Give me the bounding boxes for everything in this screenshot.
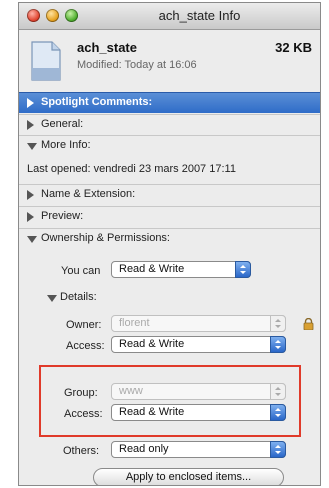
popup-value: florent bbox=[119, 317, 150, 329]
disclosure-right-icon bbox=[27, 120, 34, 130]
section-name-extension[interactable]: Name & Extension: bbox=[19, 184, 320, 205]
popup-arrows-icon bbox=[270, 336, 286, 353]
disclosure-down-icon bbox=[27, 236, 37, 243]
minimize-button[interactable] bbox=[46, 9, 59, 22]
section-label: Preview: bbox=[41, 210, 84, 222]
popup-value: Read & Write bbox=[119, 263, 185, 275]
section-ownership-permissions[interactable]: Ownership & Permissions: bbox=[19, 228, 320, 249]
file-size: 32 KB bbox=[275, 40, 312, 55]
disclosure-right-icon bbox=[27, 190, 34, 200]
section-label: More Info: bbox=[41, 139, 91, 151]
section-spotlight-comments[interactable]: Spotlight Comments: bbox=[19, 92, 320, 113]
document-icon bbox=[31, 41, 61, 81]
disclosure-right-icon bbox=[27, 98, 34, 108]
others-label: Others: bbox=[63, 445, 100, 457]
you-can-popup[interactable]: Read & Write bbox=[111, 261, 251, 278]
popup-value: Read only bbox=[119, 443, 169, 455]
highlight-box bbox=[39, 365, 301, 437]
section-preview[interactable]: Preview: bbox=[19, 206, 320, 227]
info-window: ach_state Info ach_state 32 KB Modified:… bbox=[18, 2, 321, 486]
popup-value: Read & Write bbox=[119, 338, 185, 350]
zoom-button[interactable] bbox=[65, 9, 78, 22]
owner-popup[interactable]: florent bbox=[111, 315, 286, 332]
owner-access-label: Access: bbox=[66, 340, 105, 352]
section-label: General: bbox=[41, 118, 84, 130]
title-bar[interactable]: ach_state Info bbox=[19, 3, 320, 30]
popup-arrows-icon bbox=[270, 441, 286, 458]
popup-arrows-icon bbox=[235, 261, 251, 278]
popup-arrows-icon bbox=[270, 315, 286, 332]
details-disclosure[interactable]: Details: bbox=[19, 288, 320, 306]
owner-label: Owner: bbox=[66, 319, 102, 331]
section-more-info[interactable]: More Info: bbox=[19, 135, 320, 156]
window-title: ach_state Info bbox=[158, 8, 241, 23]
lock-icon[interactable] bbox=[303, 318, 314, 330]
section-label: Ownership & Permissions: bbox=[41, 232, 170, 244]
disclosure-down-icon bbox=[27, 143, 37, 150]
file-name: ach_state bbox=[77, 40, 137, 55]
file-modified: Modified: Today at 16:06 bbox=[77, 59, 197, 71]
section-general[interactable]: General: bbox=[19, 114, 320, 135]
last-opened-text: Last opened: vendredi 23 mars 2007 17:11 bbox=[27, 163, 236, 175]
others-popup[interactable]: Read only bbox=[111, 441, 286, 458]
disclosure-right-icon bbox=[27, 212, 34, 222]
section-label: Name & Extension: bbox=[41, 188, 136, 200]
details-label: Details: bbox=[60, 291, 97, 303]
apply-to-enclosed-button[interactable]: Apply to enclosed items... bbox=[93, 468, 284, 485]
disclosure-down-icon bbox=[47, 295, 57, 302]
section-label: Spotlight Comments: bbox=[41, 96, 153, 108]
file-summary: ach_state 32 KB Modified: Today at 16:06 bbox=[19, 30, 320, 92]
close-button[interactable] bbox=[27, 9, 40, 22]
owner-access-popup[interactable]: Read & Write bbox=[111, 336, 286, 353]
you-can-label: You can bbox=[61, 265, 101, 277]
